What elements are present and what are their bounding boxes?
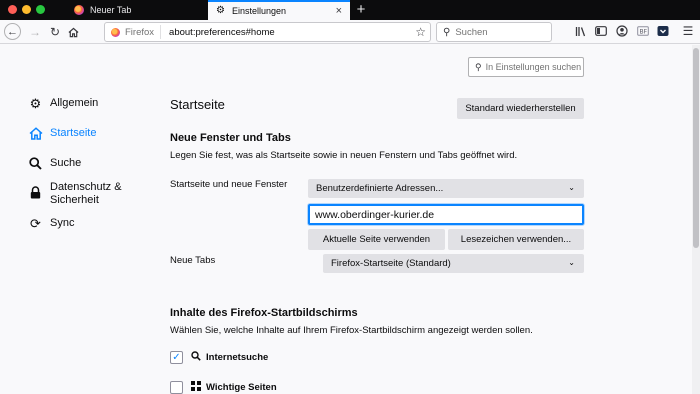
tab-strip: Neuer Tab ⚙ Einstellungen × +: [0, 0, 700, 20]
option-label: Wichtige Seiten: [206, 382, 277, 393]
window-maximize-button[interactable]: [36, 5, 45, 14]
firefox-icon: [74, 5, 84, 15]
home-icon: [68, 27, 78, 37]
library-icon[interactable]: [574, 24, 588, 38]
web-search-checkbox[interactable]: ✓: [170, 351, 183, 364]
chevron-down-icon: ⌄: [568, 183, 575, 192]
preferences-search-input[interactable]: ⚲ In Einstellungen suchen: [468, 57, 584, 77]
sync-icon: ⟳: [30, 216, 41, 231]
identity-box[interactable]: Firefox: [105, 25, 162, 39]
home-icon: [28, 127, 43, 142]
pocket-icon[interactable]: [656, 24, 670, 38]
option-top-sites[interactable]: Wichtige Seiten: [170, 381, 277, 394]
sidebar-item-label: Startseite: [50, 127, 97, 139]
use-current-page-button[interactable]: Aktuelle Seite verwenden: [308, 229, 445, 250]
window-close-button[interactable]: [8, 5, 17, 14]
search-icon: [190, 351, 202, 364]
sidebar-item-privacy[interactable]: Datenschutz & Sicherheit: [28, 181, 122, 207]
homepage-url-value: www.oberdinger-kurier.de: [315, 208, 435, 221]
homepage-url-input[interactable]: www.oberdinger-kurier.de: [308, 204, 584, 225]
chevron-down-icon: ⌄: [568, 258, 575, 267]
url-bar[interactable]: Firefox about:preferences#home ☆: [104, 22, 431, 42]
top-sites-checkbox[interactable]: [170, 381, 183, 394]
new-tabs-label: Neue Tabs: [170, 255, 216, 266]
firefox-icon: [111, 27, 120, 37]
sidebar-item-label: Sync: [50, 217, 75, 229]
section-title-home-content: Inhalte des Firefox-Startbildschirms: [170, 307, 358, 319]
search-icon: ⚲: [443, 26, 451, 38]
home-button[interactable]: [64, 23, 82, 41]
extension-icon[interactable]: BF: [636, 24, 650, 38]
new-tabs-select-value: Firefox-Startseite (Standard): [331, 258, 451, 269]
section-description: Legen Sie fest, was als Startseite sowie…: [170, 150, 518, 161]
sidebar-item-sync[interactable]: ⟳ Sync: [28, 217, 74, 230]
search-placeholder: Suchen: [455, 26, 488, 38]
tab-settings[interactable]: ⚙ Einstellungen ×: [208, 0, 350, 20]
close-icon[interactable]: ×: [336, 5, 342, 17]
sidebar-item-label-line2: Sicherheit: [50, 194, 99, 206]
use-bookmark-button[interactable]: Lesezeichen verwenden...: [448, 229, 584, 250]
restore-defaults-button[interactable]: Standard wiederherstellen: [457, 98, 584, 119]
homepage-label: Startseite und neue Fenster: [170, 179, 288, 190]
window-minimize-button[interactable]: [22, 5, 31, 14]
tab-new-tab[interactable]: Neuer Tab: [66, 0, 208, 20]
tab-title: Einstellungen: [232, 6, 287, 16]
navigation-toolbar: ← → ↻ Firefox about:preferences#home ☆ ⚲…: [0, 20, 700, 44]
sidebar-icon[interactable]: [594, 24, 608, 38]
sidebar-item-label: Allgemein: [50, 97, 99, 109]
sidebar-item-home[interactable]: Startseite: [28, 127, 96, 142]
section-description: Wählen Sie, welche Inhalte auf Ihrem Fir…: [170, 325, 533, 336]
gear-icon: ⚙: [216, 5, 225, 16]
identity-label: Firefox: [125, 26, 155, 38]
back-button[interactable]: ←: [4, 23, 21, 40]
homepage-select[interactable]: Benutzerdefinierte Adressen... ⌄: [308, 179, 584, 198]
preferences-search-placeholder: In Einstellungen suchen: [485, 62, 582, 72]
account-icon[interactable]: [615, 24, 629, 38]
new-tab-button[interactable]: +: [352, 0, 370, 20]
search-icon: ⚲: [475, 61, 482, 72]
option-label: Internetsuche: [206, 352, 269, 363]
bookmark-star-icon[interactable]: ☆: [415, 25, 426, 39]
reload-button[interactable]: ↻: [46, 23, 64, 41]
forward-button[interactable]: →: [26, 23, 44, 41]
page-title: Startseite: [170, 97, 225, 112]
search-icon: [28, 157, 43, 172]
sidebar-item-label: Suche: [50, 157, 82, 169]
preferences-page: ⚲ In Einstellungen suchen ⚙ Allgemein St…: [0, 45, 692, 394]
tab-title: Neuer Tab: [90, 5, 132, 15]
lock-icon: [28, 186, 43, 201]
gear-icon: ⚙: [29, 96, 42, 111]
search-bar[interactable]: ⚲ Suchen: [436, 22, 552, 42]
menu-icon[interactable]: ☰: [681, 24, 695, 38]
section-title-new-windows-tabs: Neue Fenster und Tabs: [170, 132, 291, 144]
sidebar-item-general[interactable]: ⚙ Allgemein: [28, 96, 99, 111]
new-tabs-select[interactable]: Firefox-Startseite (Standard) ⌄: [323, 254, 584, 273]
url-text[interactable]: about:preferences#home: [161, 27, 430, 38]
homepage-select-value: Benutzerdefinierte Adressen...: [316, 183, 444, 194]
option-web-search[interactable]: ✓ Internetsuche: [170, 351, 268, 364]
sidebar-item-label: Datenschutz &: [50, 181, 122, 193]
grid-icon: [190, 381, 202, 394]
svg-text:BF: BF: [640, 29, 648, 36]
scrollbar[interactable]: [692, 45, 700, 394]
scrollbar-thumb[interactable]: [693, 48, 699, 248]
sidebar-item-search[interactable]: Suche: [28, 157, 81, 172]
